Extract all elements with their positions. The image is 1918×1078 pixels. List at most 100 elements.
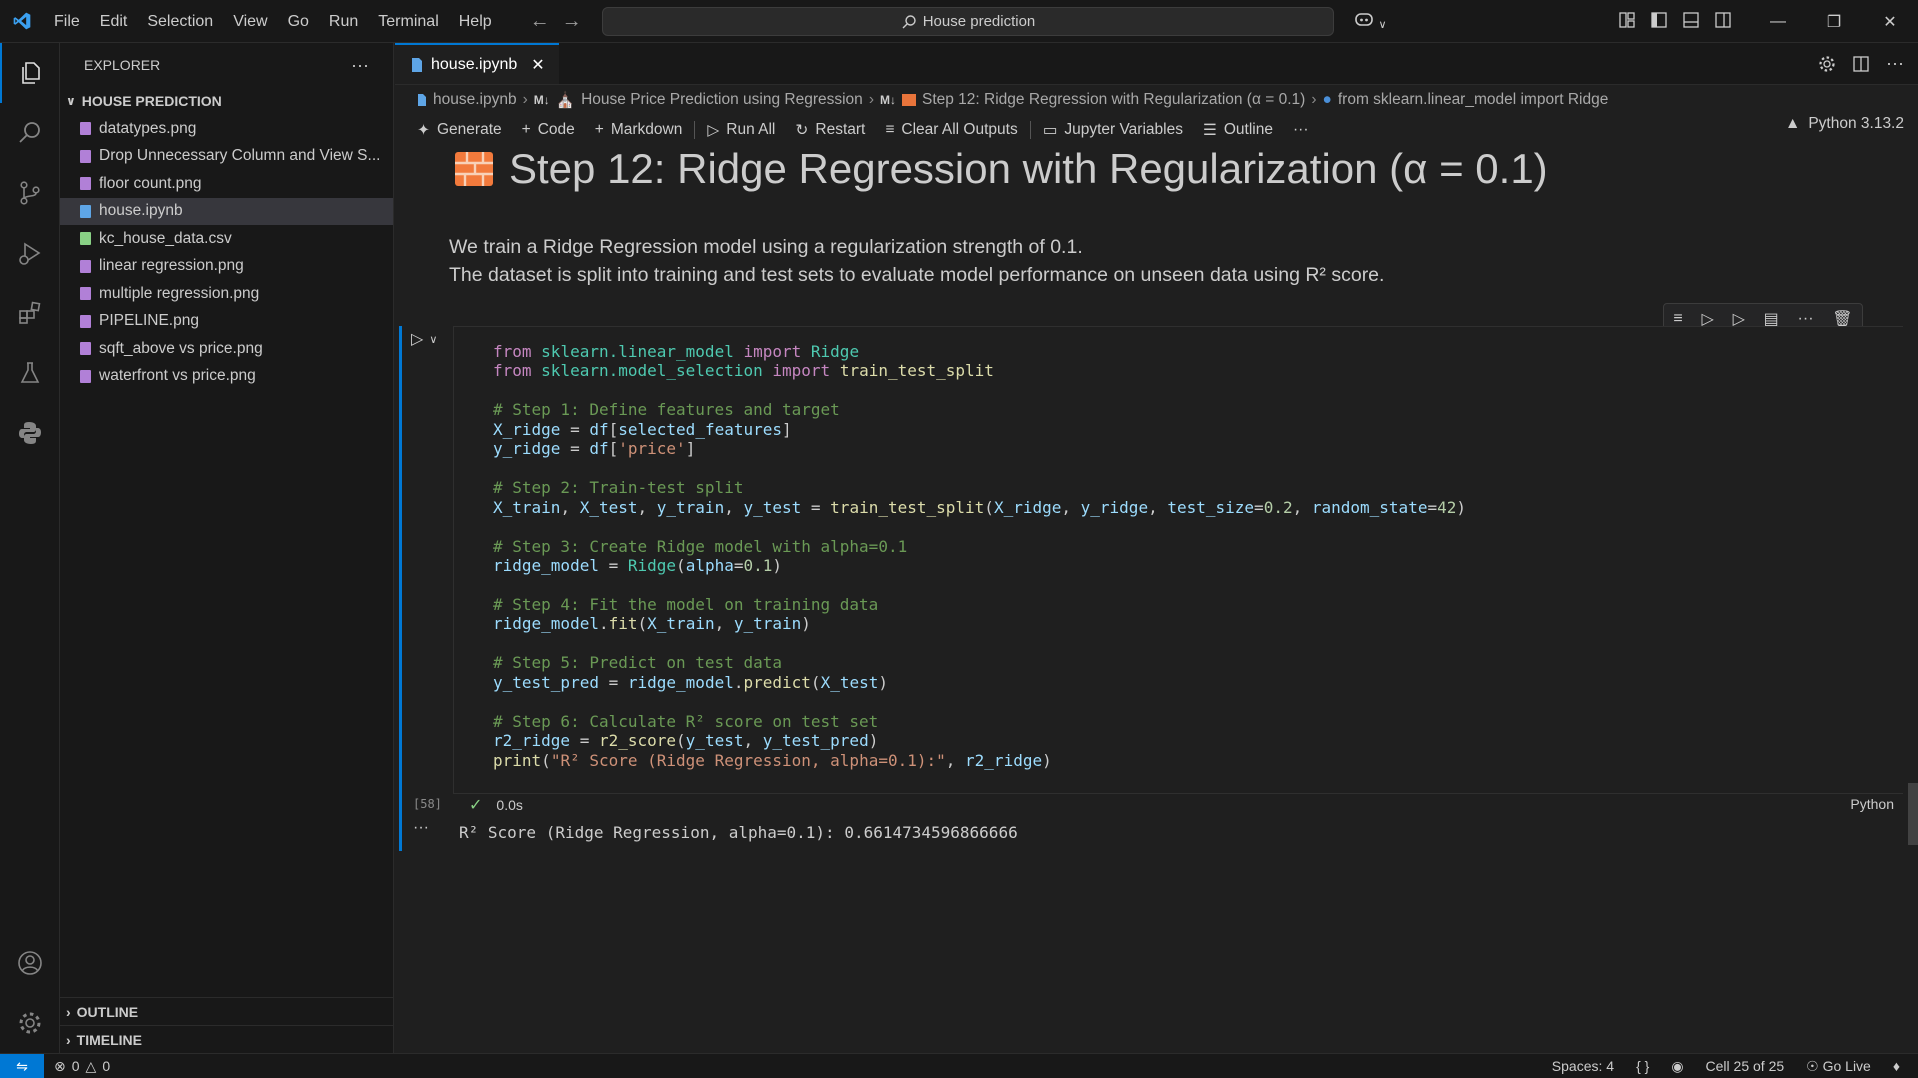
file-name: floor count.png — [99, 174, 202, 192]
remote-indicator[interactable]: ⇋ — [0, 1053, 44, 1078]
gear-icon[interactable] — [1818, 55, 1836, 73]
split-editor-icon[interactable] — [1852, 55, 1870, 73]
variables-icon: ▭ — [1042, 121, 1058, 139]
file-item[interactable]: Drop Unnecessary Column and View S... — [60, 143, 393, 171]
more-actions-icon[interactable]: ··· — [351, 55, 369, 76]
explorer-activity[interactable] — [0, 43, 60, 103]
menu-file[interactable]: File — [44, 0, 90, 43]
close-tab-icon[interactable]: ✕ — [531, 55, 544, 75]
paragraph-line-2: The dataset is split into training and t… — [449, 264, 1385, 286]
breadcrumb-section-2[interactable]: Step 12: Ridge Regression with Regulariz… — [922, 91, 1305, 109]
add-markdown-button[interactable]: + Markdown — [585, 121, 693, 139]
toolbar-divider — [1029, 121, 1031, 139]
toolbar-more-button[interactable]: ··· — [1283, 121, 1319, 139]
code-content[interactable]: from sklearn.linear_model import Ridge f… — [493, 342, 1466, 770]
forward-arrow-icon[interactable]: → — [562, 10, 582, 33]
source-control-activity[interactable] — [0, 163, 60, 223]
file-item[interactable]: kc_house_data.csv — [60, 225, 393, 253]
restore-button[interactable]: ❐ — [1806, 0, 1862, 43]
search-activity[interactable] — [0, 103, 60, 163]
jupyter-variables-button[interactable]: ▭ Jupyter Variables — [1033, 121, 1193, 140]
language-braces[interactable]: { } — [1636, 1058, 1649, 1074]
explorer-sidebar: EXPLORER ··· ∨ HOUSE PREDICTION datatype… — [60, 43, 394, 1053]
menu-edit[interactable]: Edit — [90, 0, 138, 43]
back-arrow-icon[interactable]: ← — [530, 10, 550, 33]
command-center-search[interactable]: House prediction — [602, 7, 1334, 36]
image-file-icon — [80, 369, 91, 383]
tab-house-ipynb[interactable]: house.ipynb ✕ — [395, 43, 559, 84]
extensions-activity[interactable] — [0, 283, 60, 343]
file-item[interactable]: datatypes.png — [60, 115, 393, 143]
menu-view[interactable]: View — [223, 0, 277, 43]
menu-help[interactable]: Help — [449, 0, 502, 43]
copilot-status-icon[interactable]: ◉ — [1671, 1058, 1683, 1075]
extensions-icon — [19, 301, 41, 324]
manage-activity[interactable] — [0, 993, 60, 1053]
menu-selection[interactable]: Selection — [137, 0, 223, 43]
more-actions-icon[interactable]: ··· — [1886, 53, 1904, 74]
chevron-right-icon: › — [522, 91, 528, 108]
output-actions-icon[interactable]: ··· — [413, 819, 429, 837]
copilot-menu-button[interactable]: ∨ — [1354, 10, 1387, 33]
chevron-right-icon: › — [66, 1003, 71, 1020]
customize-layout-icon[interactable] — [1618, 11, 1636, 29]
cell-language[interactable]: Python — [1850, 796, 1894, 812]
warning-icon: △ — [85, 1057, 97, 1074]
minimize-button[interactable]: — — [1750, 0, 1806, 43]
breadcrumb: house.ipynb › M↓ ⛪ House Price Predictio… — [395, 85, 1918, 115]
kernel-picker[interactable]: ▲ Python 3.13.2 — [1785, 115, 1904, 133]
chevron-down-icon[interactable]: ∨ — [429, 333, 437, 346]
brick-icon — [455, 152, 493, 186]
testing-activity[interactable] — [0, 343, 60, 403]
menu-go[interactable]: Go — [278, 0, 319, 43]
timeline-label: TIMELINE — [76, 1031, 143, 1048]
code-label: Code — [537, 121, 575, 138]
file-name: kc_house_data.csv — [99, 229, 232, 247]
editor-scrollbar[interactable] — [1908, 783, 1918, 845]
markdown-label: Markdown — [610, 121, 683, 138]
account-icon — [18, 951, 42, 975]
generate-button[interactable]: ✦ Generate — [407, 121, 512, 140]
bell-icon[interactable]: ♦ — [1893, 1058, 1900, 1074]
menu-run[interactable]: Run — [319, 0, 368, 43]
close-window-button[interactable]: ✕ — [1862, 0, 1918, 43]
breadcrumb-section-3[interactable]: from sklearn.linear_model import Ridge — [1338, 91, 1609, 109]
indentation-status[interactable]: Spaces: 4 — [1552, 1058, 1614, 1074]
python-activity[interactable] — [0, 403, 60, 463]
run-debug-activity[interactable] — [0, 223, 60, 283]
file-item[interactable]: sqft_above vs price.png — [60, 335, 393, 363]
go-live-button[interactable]: ☉ Go Live — [1806, 1058, 1871, 1075]
file-item[interactable]: PIPELINE.png — [60, 308, 393, 336]
toggle-secondary-sidebar-icon[interactable] — [1714, 11, 1732, 29]
breadcrumb-section-1[interactable]: House Price Prediction using Regression — [581, 91, 863, 109]
cell-position[interactable]: Cell 25 of 25 — [1706, 1058, 1785, 1074]
folder-header[interactable]: ∨ HOUSE PREDICTION — [60, 87, 393, 115]
restart-button[interactable]: ↻ Restart — [785, 121, 875, 140]
image-file-icon — [80, 259, 91, 273]
file-item[interactable]: multiple regression.png — [60, 280, 393, 308]
add-code-button[interactable]: + Code — [512, 121, 585, 139]
play-icon: ▷ — [707, 121, 720, 139]
notebook-toolbar: ✦ Generate + Code + Markdown ▷ Run All ↻ Rest… — [395, 115, 1918, 145]
toggle-panel-icon[interactable] — [1682, 11, 1700, 29]
breadcrumb-file[interactable]: house.ipynb — [433, 91, 517, 109]
file-item[interactable]: waterfront vs price.png — [60, 363, 393, 391]
problems-indicator[interactable]: ⊗ 0 △ 0 — [44, 1058, 110, 1075]
clear-outputs-button[interactable]: ≡ Clear All Outputs — [875, 121, 1027, 139]
search-icon — [19, 122, 40, 143]
python-cell-icon: ● — [1322, 91, 1332, 108]
run-all-button[interactable]: ▷ Run All — [697, 121, 785, 140]
menu-terminal[interactable]: Terminal — [368, 0, 448, 43]
file-name: sqft_above vs price.png — [99, 339, 263, 357]
file-item[interactable]: house.ipynb — [60, 197, 393, 225]
accounts-activity[interactable] — [0, 933, 60, 993]
toggle-primary-sidebar-icon[interactable] — [1650, 11, 1668, 29]
timeline-section[interactable]: › TIMELINE — [60, 1025, 394, 1053]
brick-emoji-icon — [901, 94, 916, 106]
outline-section[interactable]: › OUTLINE — [60, 997, 394, 1025]
outline-button[interactable]: ☰ Outline — [1193, 121, 1283, 140]
run-cell-icon[interactable]: ▷ — [411, 329, 423, 349]
cell-focus-indicator — [399, 326, 402, 832]
file-item[interactable]: linear regression.png — [60, 253, 393, 281]
file-item[interactable]: floor count.png — [60, 170, 393, 198]
